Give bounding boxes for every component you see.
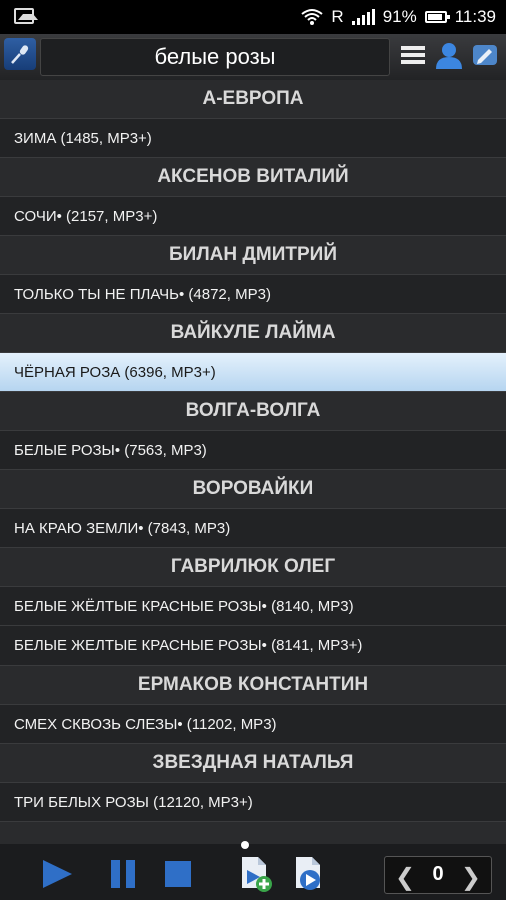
carrier-label: R	[331, 7, 344, 26]
edit-button[interactable]	[470, 40, 500, 70]
page-indicator-dot	[241, 841, 249, 849]
artist-header: ВОЛГА-ВОЛГА	[0, 392, 506, 430]
play-file-icon	[296, 857, 320, 890]
artist-header: БИЛАН ДМИТРИЙ	[0, 236, 506, 274]
artist-header: А-ЕВРОПА	[0, 80, 506, 118]
stop-icon	[165, 861, 191, 887]
status-bar: R 91% 11:39	[0, 0, 506, 34]
page-stepper: ❮ 0 ❯	[384, 856, 492, 894]
user-button[interactable]	[434, 40, 464, 70]
add-file-icon	[242, 857, 272, 892]
chevron-right-icon[interactable]: ❯	[461, 863, 481, 892]
signal-icon	[351, 9, 375, 25]
search-input[interactable]: белые розы	[40, 38, 390, 76]
pencil-icon	[473, 45, 497, 65]
gallery-notification-icon	[14, 8, 38, 24]
player-bar: ❮ 0 ❯	[0, 841, 506, 900]
pause-button[interactable]	[108, 858, 138, 890]
microphone-button[interactable]	[4, 38, 36, 70]
pause-icon	[111, 860, 135, 888]
top-toolbar: белые розы	[0, 34, 506, 80]
add-to-playlist-button[interactable]	[236, 854, 274, 894]
song-row[interactable]: СОЧИ• (2157, MP3+)	[0, 196, 506, 236]
play-button[interactable]	[40, 858, 74, 890]
user-icon	[436, 43, 462, 69]
clock: 11:39	[454, 7, 496, 26]
artist-header: АКСЕНОВ ВИТАЛИЙ	[0, 158, 506, 196]
song-row-selected[interactable]: ЧЁРНАЯ РОЗА (6396, MP3+)	[0, 352, 506, 392]
song-row[interactable]: НА КРАЮ ЗЕМЛИ• (7843, MP3)	[0, 508, 506, 548]
song-row[interactable]: БЕЛЫЕ РОЗЫ• (7563, MP3)	[0, 430, 506, 470]
play-icon	[43, 860, 72, 888]
menu-button[interactable]	[398, 40, 428, 70]
battery-icon	[424, 11, 450, 23]
menu-icon	[401, 46, 425, 64]
song-row[interactable]: БЕЛЫЕ ЖЕЛТЫЕ КРАСНЫЕ РОЗЫ• (8141, MP3+)	[0, 626, 506, 666]
song-row[interactable]: БЕЛЫЕ ЖЁЛТЫЕ КРАСНЫЕ РОЗЫ• (8140, MP3)	[0, 586, 506, 626]
wifi-icon	[301, 9, 324, 25]
artist-header: ВАЙКУЛЕ ЛАЙМА	[0, 314, 506, 352]
song-row[interactable]: ТРИ БЕЛЫХ РОЗЫ (12120, MP3+)	[0, 782, 506, 822]
artist-header: ГАВРИЛЮК ОЛЕГ	[0, 548, 506, 586]
stop-button[interactable]	[162, 858, 194, 890]
artist-header: ЕРМАКОВ КОНСТАНТИН	[0, 666, 506, 704]
song-row[interactable]: ТОЛЬКО ТЫ НЕ ПЛАЧЬ• (4872, MP3)	[0, 274, 506, 314]
microphone-icon	[11, 45, 29, 64]
status-icons: R 91% 11:39	[301, 7, 496, 27]
artist-header: ВОРОВАЙКИ	[0, 470, 506, 508]
song-row[interactable]: СМЕХ СКВОЗЬ СЛЕЗЫ• (11202, MP3)	[0, 704, 506, 744]
play-file-button[interactable]	[290, 854, 328, 894]
battery-percent: 91%	[382, 7, 417, 26]
artist-header: ЗВЕЗДНАЯ НАТАЛЬЯ	[0, 744, 506, 782]
song-row[interactable]: ЗИМА (1485, MP3+)	[0, 118, 506, 158]
song-list: А-ЕВРОПА ЗИМА (1485, MP3+) АКСЕНОВ ВИТАЛИЙ…	[0, 80, 506, 844]
